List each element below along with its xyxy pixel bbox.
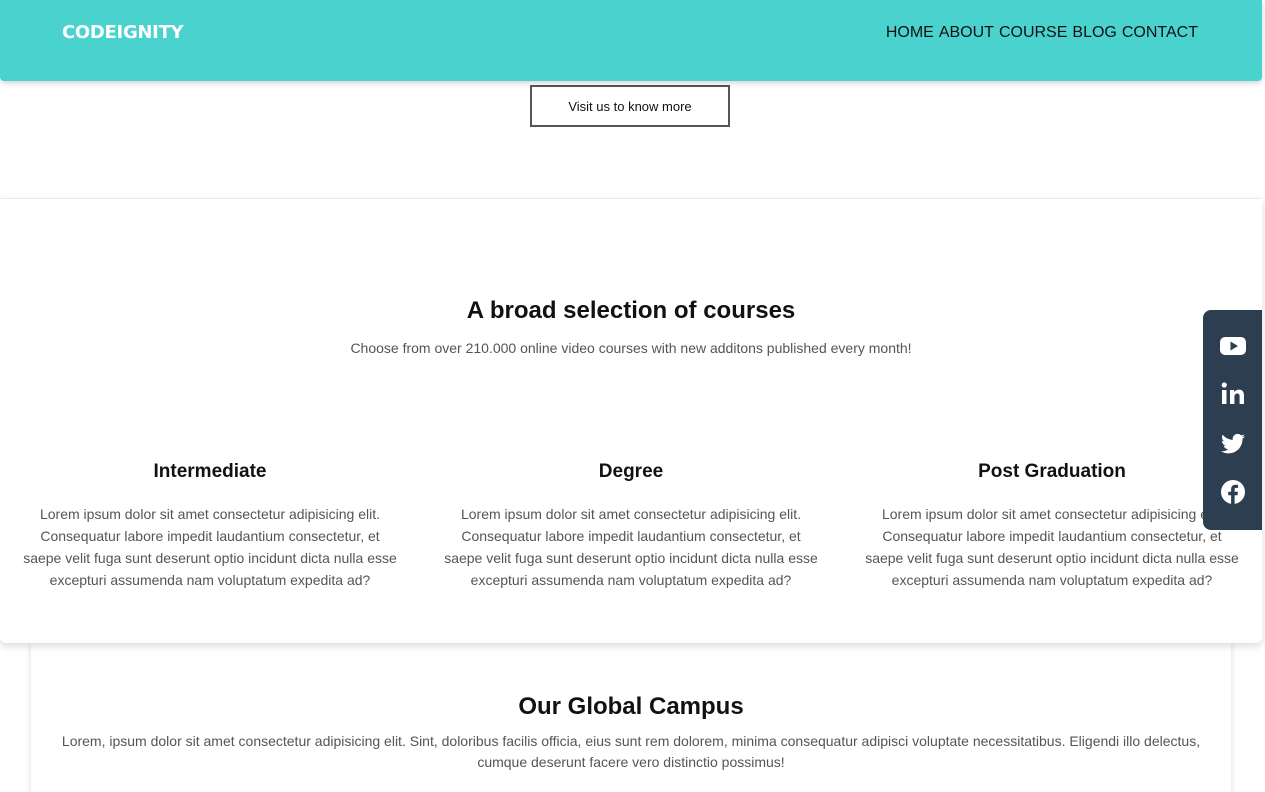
course-card-degree: Degree Lorem ipsum dolor sit amet consec… [441,461,821,591]
course-card-title: Intermediate [153,461,267,482]
social-sidebar [1203,310,1262,530]
main-nav: HOME ABOUT COURSE BLOG CONTACT [886,24,1198,42]
brand-logo[interactable]: CODEIGNITY [62,22,184,43]
youtube-icon[interactable] [1219,332,1247,360]
nav-link-home[interactable]: HOME [886,24,934,42]
facebook-icon[interactable] [1219,478,1247,506]
linkedin-icon[interactable] [1219,380,1247,408]
nav-link-course[interactable]: COURSE [999,24,1067,42]
campus-section: Our Global Campus Lorem, ipsum dolor sit… [31,643,1231,792]
course-card-text: Lorem ipsum dolor sit amet consectetur a… [23,506,397,588]
courses-title: A broad selection of courses [466,297,796,324]
course-card-title: Post Graduation [978,461,1126,482]
courses-section: A broad selection of courses Choose from… [0,199,1262,643]
top-navbar: CODEIGNITY HOME ABOUT COURSE BLOG CONTAC… [0,0,1262,81]
course-card-text: Lorem ipsum dolor sit amet consectetur a… [865,506,1239,588]
campus-text: Lorem, ipsum dolor sit amet consectetur … [61,733,1201,770]
nav-link-contact[interactable]: CONTACT [1122,24,1198,42]
campus-title: Our Global Campus [518,693,744,720]
course-card-text: Lorem ipsum dolor sit amet consectetur a… [444,506,818,588]
visit-us-button[interactable]: Visit us to know more [530,85,730,127]
nav-link-blog[interactable]: BLOG [1072,24,1116,42]
course-card-title: Degree [598,461,664,482]
hero-section: Visit us to know more [0,81,1262,199]
course-card-post-graduation: Post Graduation Lorem ipsum dolor sit am… [862,461,1242,591]
courses-subtitle: Choose from over 210.000 online video co… [350,340,912,356]
course-card-intermediate: Intermediate Lorem ipsum dolor sit amet … [20,461,400,591]
nav-link-about[interactable]: ABOUT [939,24,994,42]
twitter-icon[interactable] [1219,429,1247,457]
